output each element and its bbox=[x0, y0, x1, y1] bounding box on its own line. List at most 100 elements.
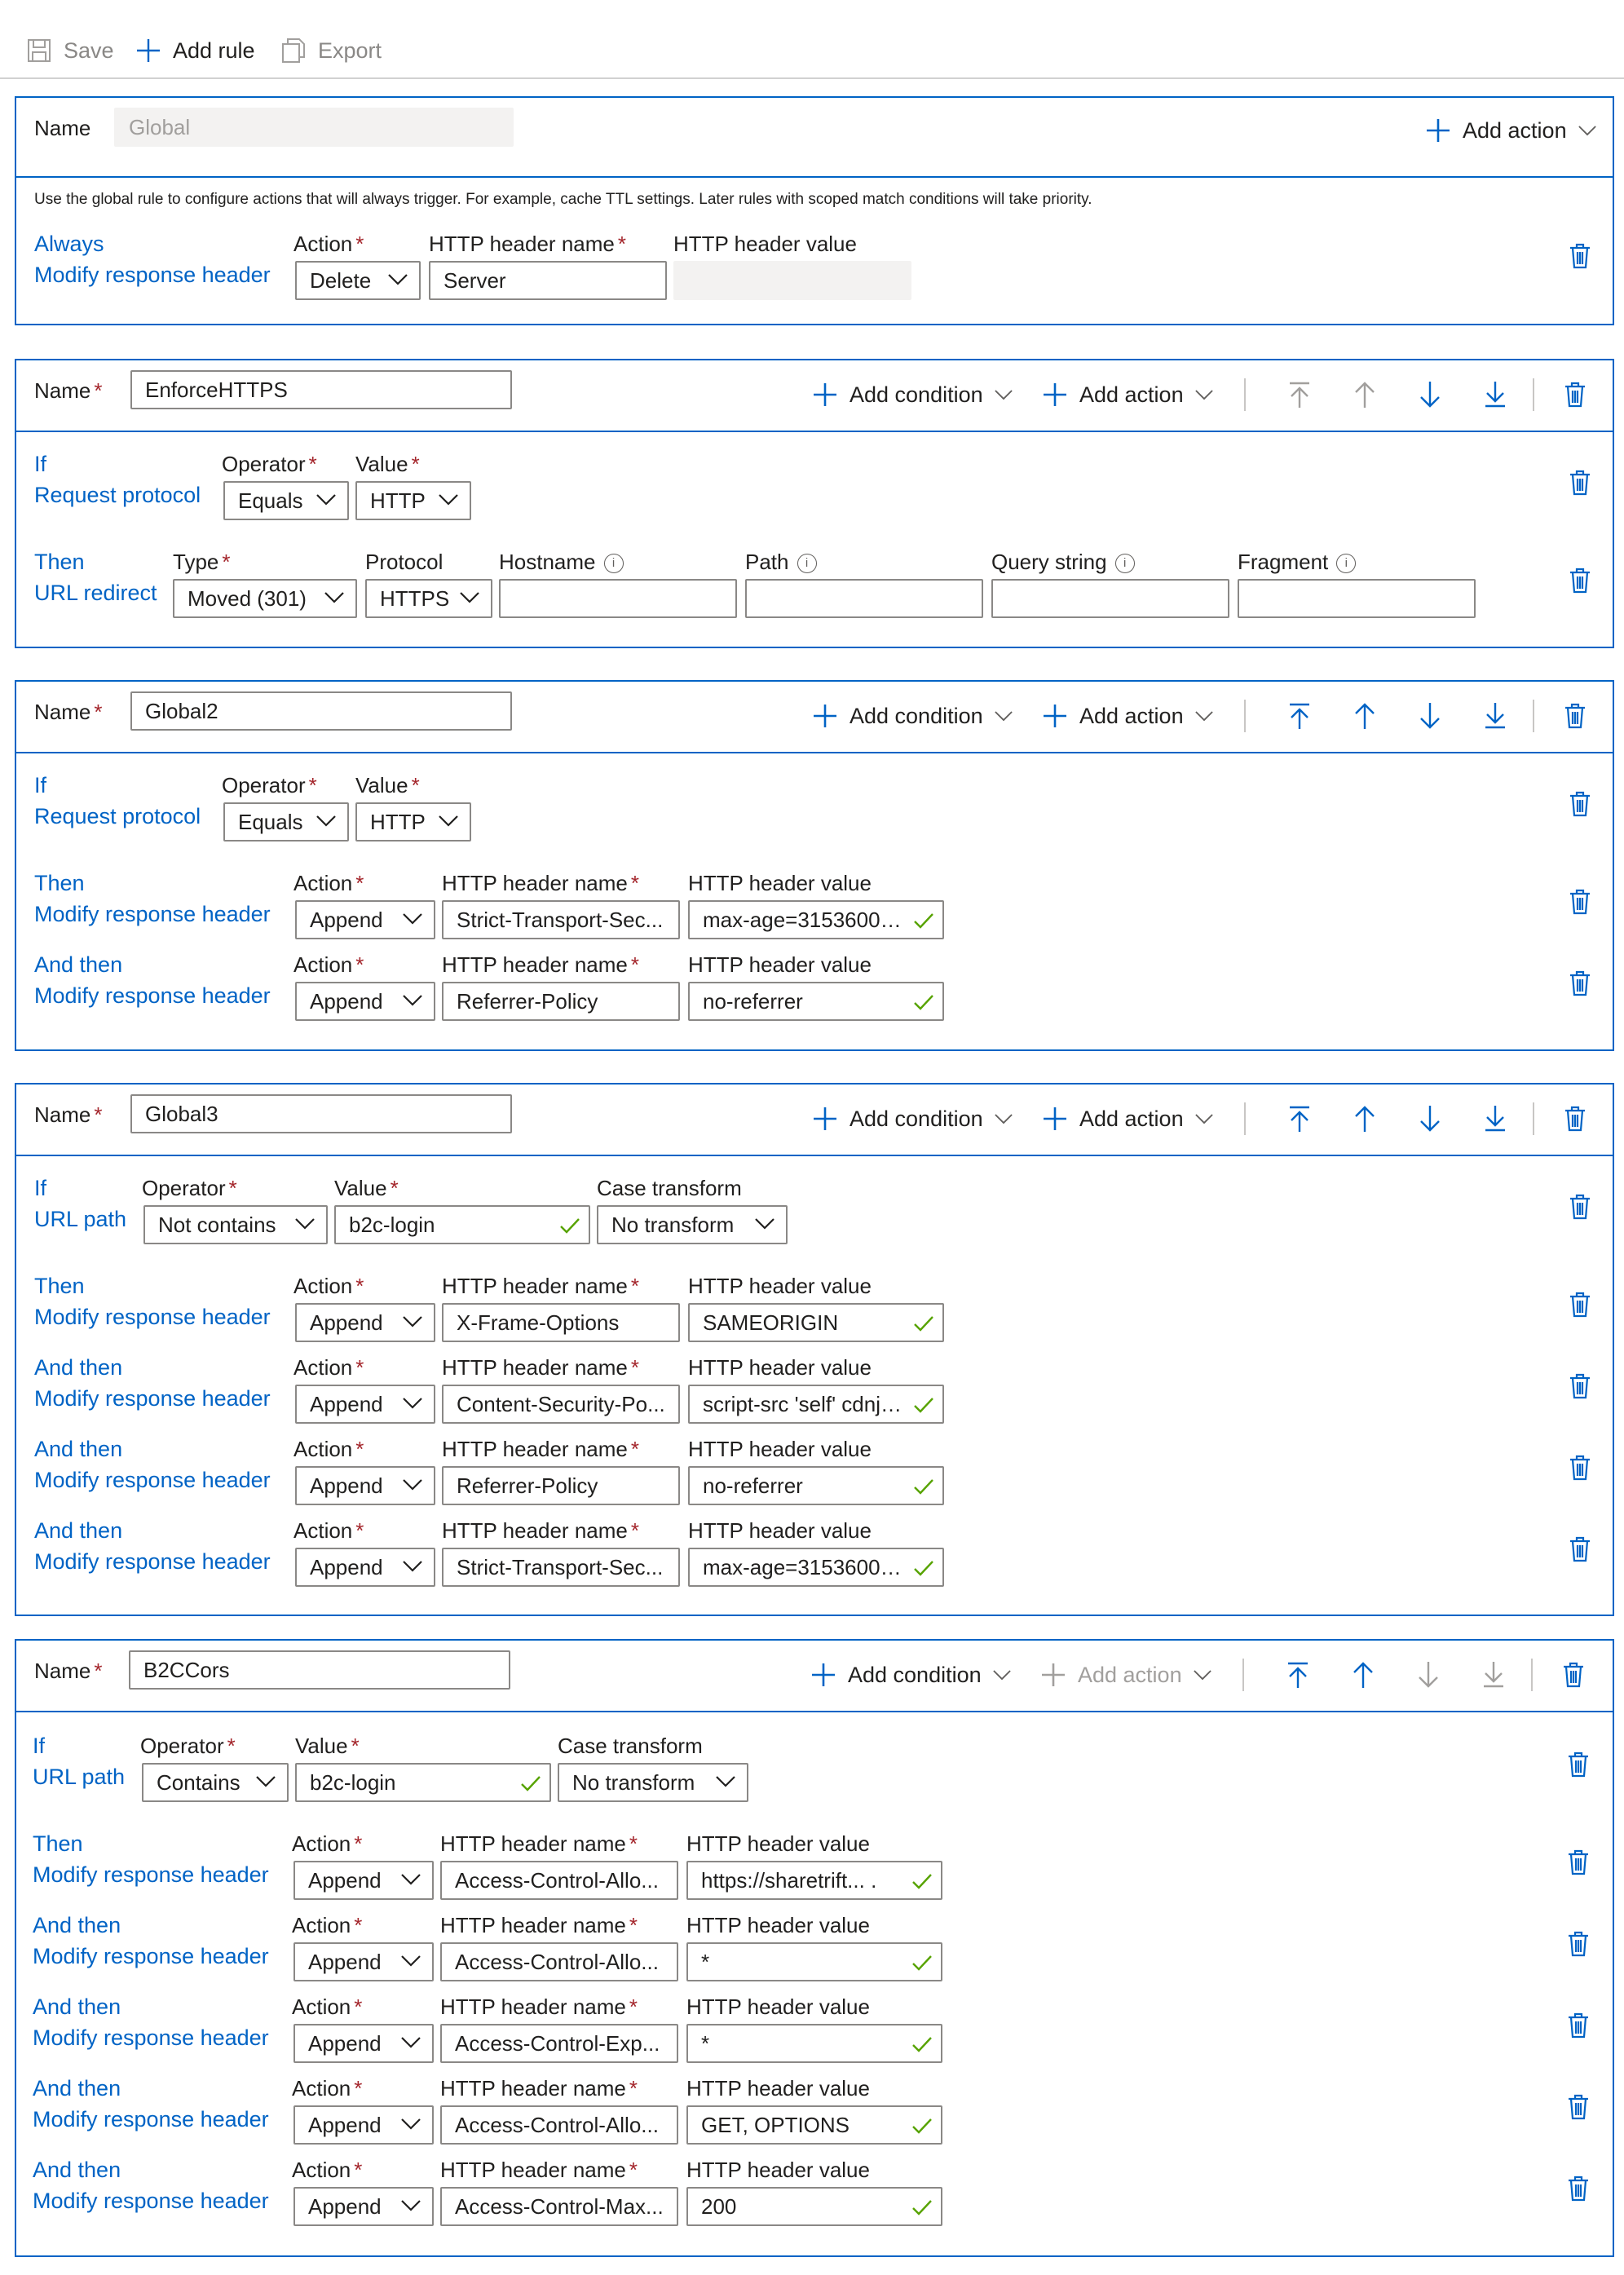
operator-dropdown[interactable]: Equals bbox=[223, 481, 349, 520]
delete-action-button[interactable] bbox=[1562, 1844, 1595, 1880]
value-dropdown[interactable]: HTTP bbox=[355, 802, 471, 842]
value-input[interactable]: b2c-login bbox=[334, 1205, 590, 1244]
move-to-top-button[interactable] bbox=[1283, 1101, 1316, 1137]
action-dropdown[interactable]: Delete bbox=[295, 261, 421, 300]
add-action-button[interactable]: Add action bbox=[1425, 113, 1596, 148]
add-condition-button[interactable]: Add condition bbox=[812, 1101, 1013, 1137]
action-type[interactable]: Modify response header bbox=[34, 1386, 271, 1411]
header-name-input[interactable]: X-Frame-Options bbox=[442, 1303, 680, 1342]
delete-action-button[interactable] bbox=[1562, 2171, 1595, 2207]
path-input[interactable] bbox=[745, 579, 983, 618]
action-type[interactable]: Modify response header bbox=[34, 263, 271, 288]
delete-condition-button[interactable] bbox=[1564, 786, 1596, 822]
value-input[interactable]: b2c-login bbox=[295, 1763, 551, 1802]
delete-action-button[interactable] bbox=[1564, 1450, 1596, 1486]
condition-type[interactable]: Request protocol bbox=[34, 804, 201, 829]
action-dropdown[interactable]: Append bbox=[295, 1385, 435, 1424]
action-type[interactable]: Modify response header bbox=[33, 1944, 269, 1969]
move-to-top-button[interactable] bbox=[1283, 377, 1316, 413]
action-dropdown[interactable]: Append bbox=[293, 2024, 434, 2063]
delete-action-button[interactable] bbox=[1562, 1926, 1595, 1962]
header-value-input[interactable]: https://sharetrift... . bbox=[686, 1861, 942, 1900]
query-string-input[interactable] bbox=[991, 579, 1229, 618]
add-action-button[interactable]: Add action bbox=[1042, 377, 1213, 413]
action-dropdown[interactable]: Append bbox=[295, 982, 435, 1021]
move-up-button[interactable] bbox=[1348, 698, 1381, 734]
add-condition-button[interactable]: Add condition bbox=[812, 377, 1013, 413]
move-to-bottom-button[interactable] bbox=[1479, 698, 1511, 734]
add-condition-button[interactable]: Add condition bbox=[812, 698, 1013, 734]
delete-action-button[interactable] bbox=[1564, 1287, 1596, 1323]
action-type[interactable]: Modify response header bbox=[34, 902, 271, 927]
action-dropdown[interactable]: Append bbox=[293, 1942, 434, 1981]
action-type[interactable]: URL redirect bbox=[34, 581, 157, 606]
condition-type[interactable]: URL path bbox=[34, 1207, 126, 1232]
delete-action-button[interactable] bbox=[1564, 1531, 1596, 1567]
header-value-input[interactable]: max-age=31536000;... bbox=[688, 1548, 944, 1587]
move-down-button[interactable] bbox=[1414, 377, 1446, 413]
header-name-input[interactable]: Access-Control-Exp... bbox=[440, 2024, 678, 2063]
move-down-button[interactable] bbox=[1412, 1657, 1445, 1693]
add-action-button[interactable]: Add action bbox=[1042, 1101, 1213, 1137]
move-up-button[interactable] bbox=[1348, 1101, 1381, 1137]
rule-name-input[interactable]: Global2 bbox=[130, 691, 512, 731]
add-action-button[interactable]: Add action bbox=[1040, 1657, 1211, 1693]
rule-name-input[interactable]: B2CCors bbox=[129, 1650, 510, 1690]
action-dropdown[interactable]: Append bbox=[293, 2105, 434, 2145]
condition-type[interactable]: Request protocol bbox=[34, 483, 201, 508]
rule-name-input[interactable]: Global3 bbox=[130, 1094, 512, 1133]
add-rule-button[interactable]: Add rule bbox=[135, 33, 255, 68]
fragment-input[interactable] bbox=[1238, 579, 1476, 618]
operator-dropdown[interactable]: Equals bbox=[223, 802, 349, 842]
header-name-input[interactable]: Access-Control-Allo... bbox=[440, 1942, 678, 1981]
header-value-input[interactable]: * bbox=[686, 1942, 942, 1981]
operator-dropdown[interactable]: Contains bbox=[142, 1763, 289, 1802]
header-name-input[interactable]: Strict-Transport-Sec... bbox=[442, 1548, 680, 1587]
delete-rule-button[interactable] bbox=[1559, 377, 1591, 413]
action-dropdown[interactable]: Append bbox=[293, 2187, 434, 2226]
move-up-button[interactable] bbox=[1347, 1657, 1379, 1693]
info-icon[interactable]: i bbox=[797, 554, 817, 574]
action-type[interactable]: Modify response header bbox=[34, 1549, 271, 1575]
delete-action-button[interactable] bbox=[1562, 2089, 1595, 2125]
condition-type[interactable]: URL path bbox=[33, 1765, 125, 1790]
move-to-bottom-button[interactable] bbox=[1479, 377, 1511, 413]
save-button[interactable]: Save bbox=[26, 33, 114, 68]
move-down-button[interactable] bbox=[1414, 1101, 1446, 1137]
delete-action-button[interactable] bbox=[1564, 884, 1596, 920]
delete-action-button[interactable] bbox=[1564, 1368, 1596, 1404]
header-value-input[interactable]: max-age=31536000;... bbox=[688, 900, 944, 939]
rule-name-input[interactable]: Global bbox=[114, 108, 514, 147]
case-transform-dropdown[interactable]: No transform bbox=[597, 1205, 788, 1244]
header-value-input[interactable]: no-referrer bbox=[688, 1466, 944, 1505]
action-dropdown[interactable]: Append bbox=[295, 1548, 435, 1587]
delete-condition-button[interactable] bbox=[1562, 1747, 1595, 1782]
delete-action-button[interactable] bbox=[1564, 965, 1596, 1001]
delete-condition-button[interactable] bbox=[1564, 465, 1596, 501]
header-name-input[interactable]: Referrer-Policy bbox=[442, 982, 680, 1021]
protocol-dropdown[interactable]: HTTPS bbox=[365, 579, 492, 618]
info-icon[interactable]: i bbox=[603, 554, 624, 574]
delete-rule-button[interactable] bbox=[1559, 1101, 1591, 1137]
header-value-input[interactable]: SAMEORIGIN bbox=[688, 1303, 944, 1342]
case-transform-dropdown[interactable]: No transform bbox=[558, 1763, 748, 1802]
action-type[interactable]: Modify response header bbox=[34, 983, 271, 1009]
action-type[interactable]: Modify response header bbox=[34, 1468, 271, 1493]
rule-name-input[interactable]: EnforceHTTPS bbox=[130, 370, 512, 409]
header-name-input[interactable]: Access-Control-Max... bbox=[440, 2187, 678, 2226]
export-button[interactable]: Export bbox=[280, 33, 382, 68]
header-name-input[interactable]: Content-Security-Po... bbox=[442, 1385, 680, 1424]
move-down-button[interactable] bbox=[1414, 698, 1446, 734]
action-type[interactable]: Modify response header bbox=[33, 2025, 269, 2051]
header-value-input[interactable]: GET, OPTIONS bbox=[686, 2105, 942, 2145]
move-up-button[interactable] bbox=[1348, 377, 1381, 413]
action-type[interactable]: Modify response header bbox=[33, 2107, 269, 2132]
action-dropdown[interactable]: Append bbox=[295, 900, 435, 939]
delete-action-button[interactable] bbox=[1564, 563, 1596, 599]
add-action-button[interactable]: Add action bbox=[1042, 698, 1213, 734]
move-to-top-button[interactable] bbox=[1283, 698, 1316, 734]
delete-condition-button[interactable] bbox=[1564, 1189, 1596, 1225]
hostname-input[interactable] bbox=[499, 579, 737, 618]
info-icon[interactable]: i bbox=[1114, 554, 1135, 574]
header-name-input[interactable]: Strict-Transport-Sec... bbox=[442, 900, 680, 939]
